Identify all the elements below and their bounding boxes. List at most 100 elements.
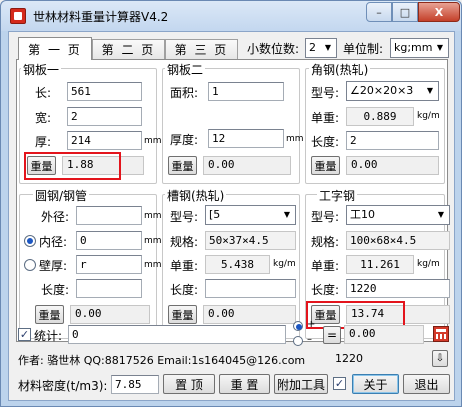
round-pipe-title: 圆钢/钢管: [33, 187, 90, 204]
area-input[interactable]: 1: [208, 82, 284, 101]
chevron-down-icon: ▼: [426, 86, 434, 95]
arrow-down-icon: ⇩: [435, 353, 445, 364]
decimals-select[interactable]: 2 ▼: [305, 38, 337, 58]
weight-result: 0.00: [203, 156, 291, 175]
plus-radio[interactable]: [293, 321, 303, 331]
minus-label: –: [307, 334, 312, 345]
spec-label: 规格:: [311, 235, 340, 249]
close-button[interactable]: X: [418, 2, 460, 22]
wall-thickness-input[interactable]: r: [76, 255, 142, 274]
tab-page-1[interactable]: 第 一 页: [18, 37, 92, 60]
channel-model-value: [5: [209, 208, 221, 221]
chevron-down-icon: ▼: [437, 210, 445, 219]
inner-diameter-radio[interactable]: [24, 235, 36, 247]
i-beam-title: 工字钢: [317, 187, 358, 204]
reset-button[interactable]: 重 置: [219, 374, 270, 394]
unit-label: mm: [144, 136, 162, 146]
density-label: 材料密度(t/m3):: [18, 379, 108, 393]
unit-weight-unit: kg/m: [273, 259, 296, 269]
tab-page-2[interactable]: 第 二 页: [92, 39, 165, 59]
length-input[interactable]: [205, 279, 296, 298]
length-label: 长度:: [311, 283, 340, 297]
tab-panel: 钢板一 长: 561 宽: 2 厚: 214 mm 重量 1.88 钢板二 面积…: [16, 59, 450, 342]
model-label: 型号:: [170, 210, 199, 224]
maximize-button[interactable]: □: [392, 2, 418, 22]
model-label: 型号:: [311, 210, 340, 224]
inner-diameter-label: 内径:: [39, 235, 68, 249]
weight-result: 0.00: [346, 156, 439, 175]
weight-button[interactable]: 重量: [168, 156, 197, 175]
tab-page-3[interactable]: 第 三 页: [165, 39, 238, 59]
addon-tools-button[interactable]: 附加工具: [274, 374, 328, 394]
channel-steel-title: 槽钢(热轧): [165, 187, 227, 204]
calculator-display-icon: [436, 329, 446, 332]
unit-weight-label: 单重:: [170, 259, 199, 273]
exit-button[interactable]: 退出: [403, 374, 450, 394]
unit-system-value: kg;mm: [394, 41, 433, 54]
steel-plate-2-title: 钢板二: [165, 61, 206, 78]
equals-button[interactable]: =: [323, 326, 341, 344]
wall-thickness-radio[interactable]: [24, 259, 36, 271]
unit-weight-unit: kg/m: [417, 259, 440, 269]
thickness-input[interactable]: 12: [208, 129, 284, 148]
area-label: 面积:: [170, 86, 199, 100]
angle-model-value: ∠20×20×3: [350, 84, 414, 97]
decimals-value: 2: [309, 41, 316, 54]
minus-radio[interactable]: [293, 336, 303, 346]
client-area: 第 一 页 第 二 页 第 三 页 小数位数: 2 ▼ 单位制: kg;mm ▼…: [8, 31, 455, 401]
channel-model-select[interactable]: [5 ▼: [205, 205, 296, 225]
weight-button[interactable]: 重量: [35, 305, 64, 324]
spec-label: 规格:: [170, 235, 199, 249]
unit-system-label: 单位制:: [343, 42, 384, 56]
unit-weight-value: 5.438: [205, 255, 270, 274]
i-beam-model-value: 工10: [350, 208, 375, 221]
stats-label: 统计:: [34, 329, 63, 343]
length-input[interactable]: 1220: [346, 279, 450, 298]
arrow-down-button[interactable]: ⇩: [432, 350, 448, 367]
outer-diameter-label: 外径:: [41, 210, 70, 224]
thickness-input[interactable]: 214: [67, 131, 142, 150]
length-input[interactable]: [76, 279, 142, 298]
angle-model-select[interactable]: ∠20×20×3 ▼: [346, 81, 439, 101]
unit-label: mm: [286, 134, 304, 144]
thickness-label: 厚:: [35, 135, 52, 149]
about-button[interactable]: 关于: [352, 374, 399, 394]
angle-steel-title: 角钢(热轧): [309, 61, 371, 78]
unit-weight-unit: kg/m: [417, 111, 440, 121]
calculator-keys-icon: [436, 334, 446, 339]
window-title: 世林材料重量计算器V4.2: [33, 10, 169, 24]
spec-value: 50×37×4.5: [205, 231, 296, 250]
status-value: 1220: [335, 352, 363, 365]
length-label: 长:: [35, 86, 52, 100]
spec-value: 100×68×4.5: [346, 231, 450, 250]
i-beam-model-select[interactable]: 工10 ▼: [346, 205, 450, 225]
pin-top-button[interactable]: 置 顶: [163, 374, 215, 394]
stats-checkbox[interactable]: ✓: [18, 328, 31, 341]
title-bar[interactable]: 世林材料重量计算器V4.2 – □ X: [1, 1, 461, 31]
density-input[interactable]: 7.85: [111, 375, 159, 394]
unit-label: mm: [144, 260, 162, 270]
weight-button[interactable]: 重量: [168, 305, 197, 324]
width-input[interactable]: 2: [67, 107, 142, 126]
length-label: 长度:: [170, 283, 199, 297]
width-label: 宽:: [35, 111, 52, 125]
outer-diameter-input[interactable]: [76, 206, 142, 225]
unit-weight-value: 0.889: [346, 107, 414, 126]
addon-checkbox[interactable]: ✓: [333, 377, 346, 390]
minimize-button[interactable]: –: [366, 2, 392, 22]
app-window: 世林材料重量计算器V4.2 – □ X 第 一 页 第 二 页 第 三 页 小数…: [0, 0, 462, 407]
unit-system-select[interactable]: kg;mm ▼: [390, 38, 449, 58]
weight-button[interactable]: 重量: [311, 156, 340, 175]
length-input[interactable]: 2: [346, 131, 439, 150]
unit-weight-label: 单重:: [311, 111, 340, 125]
inner-diameter-input[interactable]: 0: [76, 231, 142, 250]
length-label: 长度:: [41, 283, 70, 297]
weight-result: 0.00: [70, 305, 150, 324]
steel-plate-1-title: 钢板一: [21, 61, 62, 78]
stats-input[interactable]: 0: [68, 325, 286, 344]
decimals-label: 小数位数:: [247, 42, 300, 56]
unit-weight-value: 11.261: [346, 255, 414, 274]
length-input[interactable]: 561: [67, 82, 142, 101]
unit-label: mm: [144, 236, 162, 246]
calculator-icon[interactable]: [433, 326, 449, 342]
